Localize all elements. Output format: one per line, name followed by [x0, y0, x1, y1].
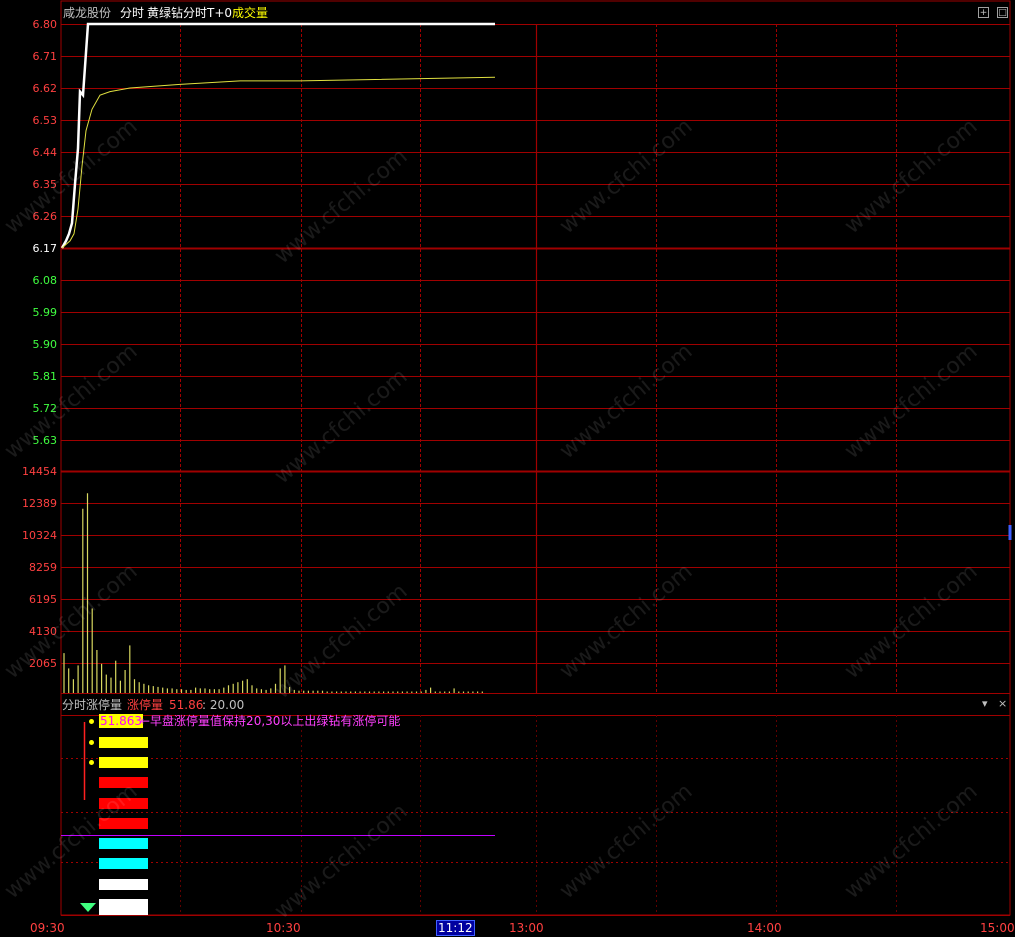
price-tick-label: 5.81 [32, 370, 58, 383]
green-diamond-icon [80, 903, 96, 912]
volume-tick-label: 10324 [22, 529, 57, 542]
chart-grid [60, 0, 1012, 916]
price-tick-label: 6.17 [32, 242, 58, 255]
price-tick-label: 6.44 [32, 146, 58, 159]
volume-tick-label: 6195 [29, 593, 57, 606]
volume-tick-label: 8259 [29, 561, 57, 574]
signal-block [99, 879, 148, 890]
avg-price-line [61, 76, 496, 249]
chart-frame [60, 0, 1011, 916]
limit-up-value: 51.86 [169, 698, 204, 712]
signal-block [99, 899, 148, 915]
volume-tick-label: 14454 [22, 465, 57, 478]
price-tick-label: 6.62 [32, 82, 58, 95]
indicator-name[interactable]: 黄绿钻分时T+0 [147, 6, 232, 20]
price-tick-label: 5.99 [32, 306, 58, 319]
close-icon[interactable]: × [998, 697, 1007, 711]
stock-name: 咸龙股份 [63, 6, 112, 20]
zoom-icon[interactable]: + [978, 7, 989, 18]
threshold-value: : 20.00 [202, 698, 245, 712]
intraday-chart-window: 咸龙股份 分时 黄绿钻分时T+0 成交量 + □ 6.80 6.71 6.62 6.5… [0, 0, 1015, 937]
time-label-1500: 15:00 [980, 921, 1015, 935]
time-label-1300: 13:00 [509, 921, 544, 935]
lower-panel-title: 分时涨停量 [62, 698, 123, 712]
signal-block [99, 858, 148, 869]
time-label-1030: 10:30 [266, 921, 301, 935]
price-tick-label: 6.53 [32, 114, 58, 127]
limit-up-key: 涨停量 [127, 698, 164, 712]
signal-dot [89, 719, 94, 724]
time-label-0930: 09:30 [30, 921, 65, 935]
limit-up-highlight: 51.863 [99, 714, 143, 728]
time-cursor[interactable]: 11:12 [436, 920, 475, 936]
price-tick-label: 5.90 [32, 338, 58, 351]
maximize-icon[interactable]: □ [997, 7, 1008, 18]
time-label-1400: 14:00 [747, 921, 782, 935]
dropdown-icon[interactable]: ▾ [982, 697, 988, 711]
price-tick-label: 6.71 [32, 50, 58, 63]
price-tick-label: 6.80 [32, 18, 58, 31]
signal-block [99, 737, 148, 748]
mode-label: 分时 [120, 6, 145, 20]
signal-block [99, 838, 148, 849]
signal-dot [89, 740, 94, 745]
signal-dot [89, 760, 94, 765]
price-tick-label: 6.08 [32, 274, 58, 287]
signal-block [99, 757, 148, 768]
limit-up-note: ←早盘涨停量值保持20,30以上出绿钻有涨停可能 [140, 714, 401, 728]
volume-label: 成交量 [232, 6, 269, 20]
volume-tick-label: 12389 [22, 497, 57, 510]
